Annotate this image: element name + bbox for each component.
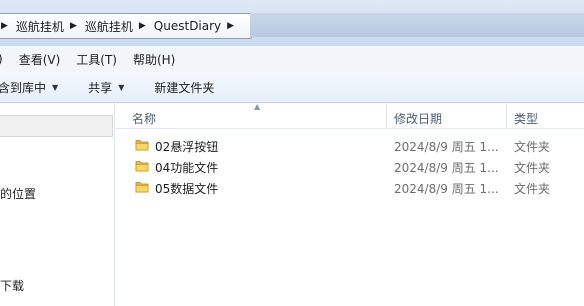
breadcrumb-item-2[interactable]: 巡航挂机 — [81, 18, 137, 35]
file-name[interactable]: 02悬浮按钮 — [155, 138, 218, 155]
caret-down-icon: ▼ — [118, 82, 125, 92]
include-in-library-button[interactable]: 含到库中 ▼ — [0, 79, 58, 96]
file-type: 文件夹 — [514, 182, 551, 196]
column-type-header[interactable]: 类型 — [514, 110, 538, 127]
address-bar-background — [250, 13, 584, 37]
folder-icon — [135, 182, 149, 193]
address-bar-area: ▶ 巡航挂机 ▶ 巡航挂机 ▶ QuestDiary ▶ — [0, 0, 584, 46]
chevron-right-icon[interactable]: ▶ — [137, 21, 150, 31]
file-type: 文件夹 — [514, 140, 551, 154]
chevron-right-icon[interactable]: ▶ — [0, 21, 12, 31]
caret-down-icon: ▼ — [52, 82, 59, 92]
list-item[interactable]: 05数据文件 2024/8/9 周五 1... 文件夹 — [115, 177, 584, 197]
file-name[interactable]: 04功能文件 — [155, 159, 218, 176]
column-modified-header[interactable]: 修改日期 — [394, 110, 442, 127]
menu-item-cut[interactable]: ) — [0, 52, 3, 66]
nav-item-downloads[interactable]: 下载 — [0, 277, 24, 294]
chevron-right-icon[interactable]: ▶ — [68, 21, 81, 31]
menu-help[interactable]: 帮助(H) — [127, 51, 175, 68]
file-modified: 2024/8/9 周五 1... — [394, 182, 499, 196]
folder-icon — [135, 140, 149, 151]
folder-icon — [135, 161, 149, 172]
file-modified: 2024/8/9 周五 1... — [394, 161, 499, 175]
share-label: 共享 — [88, 80, 113, 95]
sort-up-icon: ▲ — [254, 102, 261, 111]
column-header-row: ▲ 名称 修改日期 类型 — [115, 102, 584, 129]
breadcrumb-item-1[interactable]: 巡航挂机 — [12, 18, 68, 35]
file-modified: 2024/8/9 周五 1... — [394, 140, 499, 154]
nav-search-box[interactable] — [0, 115, 113, 137]
column-divider[interactable] — [506, 103, 507, 128]
file-name[interactable]: 05数据文件 — [155, 180, 218, 197]
chevron-right-icon[interactable]: ▶ — [225, 21, 238, 31]
menu-view[interactable]: 查看(V) — [13, 51, 61, 68]
menu-bar: ) 查看(V) 工具(T) 帮助(H) — [0, 46, 584, 73]
share-button[interactable]: 共享 ▼ — [88, 79, 124, 96]
new-folder-label: 新建文件夹 — [154, 80, 215, 95]
new-folder-button[interactable]: 新建文件夹 — [154, 79, 214, 96]
include-in-library-label: 含到库中 — [0, 80, 47, 95]
command-bar: 含到库中 ▼ 共享 ▼ 新建文件夹 — [0, 72, 584, 103]
address-bar[interactable]: ▶ 巡航挂机 ▶ 巡航挂机 ▶ QuestDiary ▶ — [0, 13, 252, 39]
list-item[interactable]: 02悬浮按钮 2024/8/9 周五 1... 文件夹 — [115, 135, 584, 155]
breadcrumb-item-3[interactable]: QuestDiary — [150, 19, 225, 33]
file-type: 文件夹 — [514, 161, 551, 175]
column-name-header[interactable]: 名称 — [132, 110, 156, 127]
navigation-pane: 的位置 下载 — [0, 103, 115, 306]
menu-tools[interactable]: 工具(T) — [70, 51, 117, 68]
nav-item-locations[interactable]: 的位置 — [0, 185, 36, 202]
list-item[interactable]: 04功能文件 2024/8/9 周五 1... 文件夹 — [115, 156, 584, 176]
column-divider[interactable] — [386, 103, 387, 128]
